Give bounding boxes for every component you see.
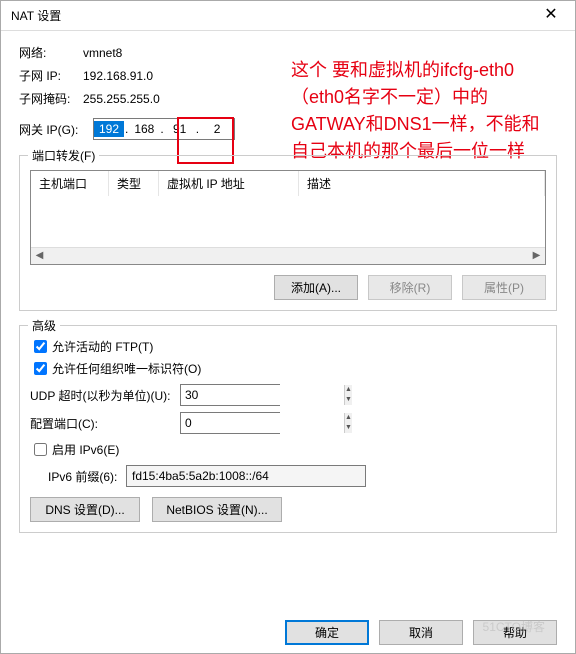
- col-type[interactable]: 类型: [109, 171, 159, 196]
- scroll-right-icon[interactable]: ▶: [528, 248, 545, 264]
- properties-button: 属性(P): [462, 275, 546, 300]
- col-desc[interactable]: 描述: [299, 171, 545, 196]
- advanced-buttons: DNS 设置(D)... NetBIOS 设置(N)...: [30, 497, 546, 522]
- titlebar: NAT 设置 ✕: [1, 1, 575, 31]
- col-host-port[interactable]: 主机端口: [31, 171, 109, 196]
- network-label: 网络:: [19, 44, 83, 61]
- port-forward-buttons: 添加(A)... 移除(R) 属性(P): [30, 275, 546, 300]
- enable-ipv6-label: 启用 IPv6(E): [52, 441, 119, 458]
- scroll-left-icon[interactable]: ◀: [31, 248, 48, 264]
- port-forward-list[interactable]: 主机端口 类型 虚拟机 IP 地址 描述 ◀ ▶: [30, 170, 546, 265]
- gateway-row: 网关 IP(G): . . .: [19, 118, 557, 140]
- subnet-mask-value: 255.255.255.0: [83, 92, 160, 106]
- network-row: 网络: vmnet8: [19, 44, 557, 61]
- allow-oui-checkbox[interactable]: [34, 362, 47, 375]
- close-button[interactable]: ✕: [531, 3, 571, 29]
- ipv6-prefix-input: [126, 465, 366, 487]
- spin-down-icon[interactable]: ▼: [345, 423, 352, 433]
- gateway-ip-octet-1[interactable]: [94, 121, 124, 137]
- ipv6-prefix-row: IPv6 前缀(6):: [48, 465, 546, 487]
- subnet-ip-value: 192.168.91.0: [83, 69, 153, 83]
- ok-button[interactable]: 确定: [285, 620, 369, 645]
- advanced-legend: 高级: [28, 317, 60, 334]
- gateway-ip-octet-4[interactable]: [200, 121, 234, 137]
- udp-timeout-label: UDP 超时(以秒为单位)(U):: [30, 387, 180, 404]
- allow-oui-row: 允许任何组织唯一标识符(O): [30, 359, 546, 378]
- udp-timeout-spinner[interactable]: ▲ ▼: [180, 384, 280, 406]
- config-port-row: 配置端口(C): ▲ ▼: [30, 412, 546, 434]
- spin-up-icon[interactable]: ▲: [345, 385, 352, 395]
- nat-settings-dialog: NAT 设置 ✕ 网络: vmnet8 子网 IP: 192.168.91.0 …: [0, 0, 576, 654]
- horizontal-scrollbar[interactable]: ◀ ▶: [31, 247, 545, 264]
- list-body: [31, 196, 545, 247]
- enable-ipv6-checkbox[interactable]: [34, 443, 47, 456]
- footer-buttons: 确定 取消 帮助 51CTO博客: [19, 620, 557, 645]
- udp-timeout-row: UDP 超时(以秒为单位)(U): ▲ ▼: [30, 384, 546, 406]
- advanced-group: 高级 允许活动的 FTP(T) 允许任何组织唯一标识符(O) UDP 超时(以秒…: [19, 325, 557, 533]
- netbios-settings-button[interactable]: NetBIOS 设置(N)...: [152, 497, 282, 522]
- allow-oui-label: 允许任何组织唯一标识符(O): [52, 360, 201, 377]
- spin-down-icon[interactable]: ▼: [345, 395, 352, 405]
- config-port-spinner[interactable]: ▲ ▼: [180, 412, 280, 434]
- network-value: vmnet8: [83, 46, 122, 60]
- port-forward-group: 端口转发(F) 主机端口 类型 虚拟机 IP 地址 描述 ◀ ▶ 添加(A)..…: [19, 155, 557, 311]
- gateway-ip-octet-2[interactable]: [129, 121, 159, 137]
- port-forward-legend: 端口转发(F): [28, 147, 99, 164]
- allow-ftp-checkbox[interactable]: [34, 340, 47, 353]
- watermark: 51CTO博客: [483, 618, 545, 635]
- subnet-ip-label: 子网 IP:: [19, 67, 83, 84]
- dialog-body: 网络: vmnet8 子网 IP: 192.168.91.0 子网掩码: 255…: [1, 31, 575, 653]
- spin-up-icon[interactable]: ▲: [345, 413, 352, 423]
- subnet-ip-row: 子网 IP: 192.168.91.0: [19, 67, 557, 84]
- gateway-label: 网关 IP(G):: [19, 121, 91, 138]
- udp-timeout-input[interactable]: [181, 385, 344, 405]
- gateway-ip-octet-3[interactable]: [165, 121, 195, 137]
- remove-button: 移除(R): [368, 275, 452, 300]
- list-header: 主机端口 类型 虚拟机 IP 地址 描述: [31, 171, 545, 196]
- col-vm-ip[interactable]: 虚拟机 IP 地址: [159, 171, 299, 196]
- cancel-button[interactable]: 取消: [379, 620, 463, 645]
- add-button[interactable]: 添加(A)...: [274, 275, 358, 300]
- gateway-ip-input[interactable]: . . .: [93, 118, 235, 140]
- config-port-input[interactable]: [181, 413, 344, 433]
- dns-settings-button[interactable]: DNS 设置(D)...: [30, 497, 140, 522]
- config-port-label: 配置端口(C):: [30, 415, 180, 432]
- subnet-mask-row: 子网掩码: 255.255.255.0: [19, 90, 557, 107]
- allow-ftp-label: 允许活动的 FTP(T): [52, 338, 153, 355]
- allow-ftp-row: 允许活动的 FTP(T): [30, 337, 546, 356]
- ipv6-prefix-label: IPv6 前缀(6):: [48, 468, 126, 485]
- enable-ipv6-row: 启用 IPv6(E): [30, 440, 546, 459]
- dialog-title: NAT 设置: [11, 7, 61, 24]
- subnet-mask-label: 子网掩码:: [19, 90, 83, 107]
